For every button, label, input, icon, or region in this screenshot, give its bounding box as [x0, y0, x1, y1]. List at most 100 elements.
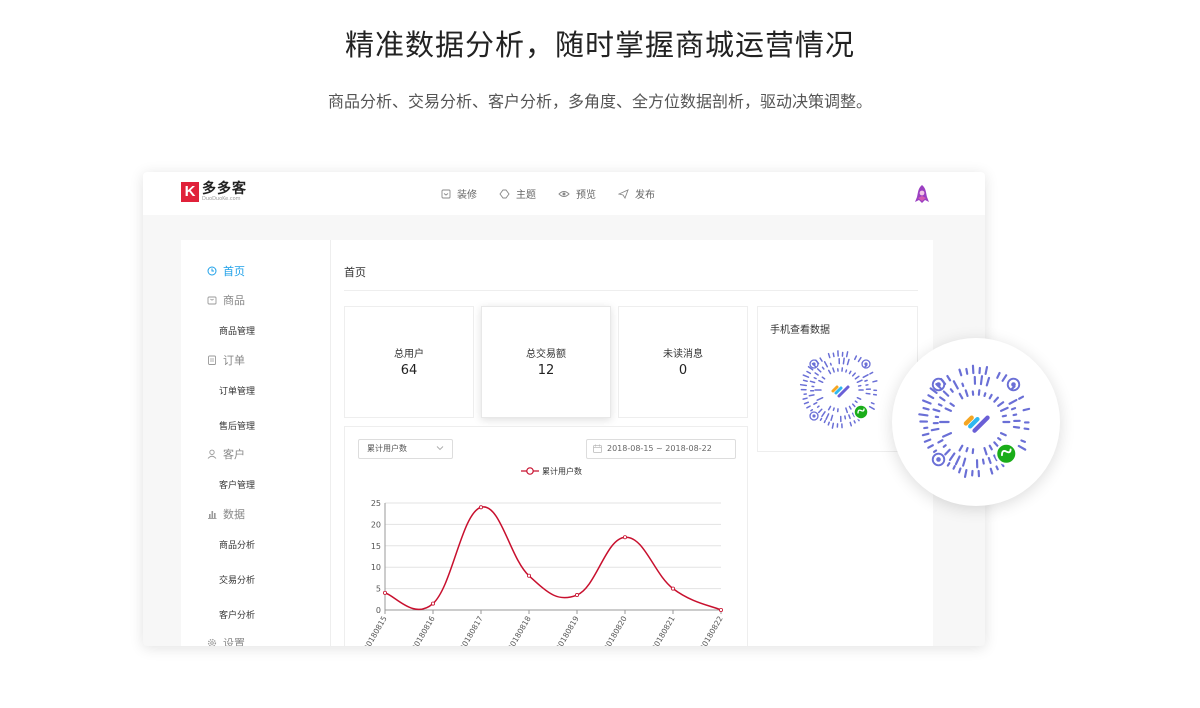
sidebar-item-goods-manage[interactable]: 商品管理: [219, 324, 255, 337]
decorate-icon: [441, 189, 451, 198]
mini-program-qr-code[interactable]: [797, 347, 883, 433]
nav-publish[interactable]: 发布: [618, 186, 655, 201]
x-tick-label: 20180817: [458, 614, 485, 646]
bag-icon: [207, 296, 217, 305]
data-point[interactable]: [622, 535, 627, 540]
nav-theme[interactable]: 主题: [499, 186, 536, 201]
sidebar-item-orders[interactable]: 订单: [207, 352, 245, 368]
chevron-down-icon: [436, 446, 444, 451]
legend-label: 累计用户数: [542, 466, 582, 476]
legend-marker: [526, 467, 534, 475]
line-chart: 累计用户数 0 5 10 15 20 25 20180815 20180816 20180817 2…: [362, 466, 725, 646]
nav-preview[interactable]: 预览: [558, 186, 596, 201]
sidebar-item-orders-manage[interactable]: 订单管理: [219, 384, 255, 397]
calendar-icon: [593, 444, 602, 453]
sidebar-item-aftersale-manage[interactable]: 售后管理: [219, 419, 255, 432]
gear-icon: [207, 638, 217, 646]
nav-publish-label: 发布: [635, 190, 655, 201]
sidebar-item-settings[interactable]: 设置: [207, 635, 245, 646]
stat-card-users: 总用户 64: [344, 306, 474, 418]
stat-label: 总交易额: [526, 349, 566, 360]
sidebar-item-goods-label: 商品: [223, 294, 245, 307]
x-tick-label: 20180819: [554, 614, 581, 646]
logo[interactable]: K 多多客 DuoDuoKe.com: [181, 182, 247, 202]
data-point[interactable]: [718, 607, 723, 612]
sidebar-item-customers-label: 客户: [223, 448, 245, 461]
hero-subtitle: 商品分析、交易分析、客户分析，多角度、全方位数据剖析，驱动决策调整。: [327, 92, 872, 111]
x-tick-label: 20180816: [410, 614, 437, 646]
avatar[interactable]: [913, 184, 931, 204]
x-tick-label: 20180821: [650, 614, 677, 646]
y-tick-label: 0: [376, 606, 381, 615]
stat-card-trade: 总交易额 12: [481, 306, 611, 418]
sidebar-item-data[interactable]: 数据: [207, 506, 245, 522]
clipboard-icon: [208, 355, 216, 365]
nav-preview-label: 预览: [576, 190, 596, 201]
mini-program-icon: [995, 442, 1018, 465]
data-point[interactable]: [478, 505, 483, 510]
theme-icon: [499, 189, 510, 198]
data-point[interactable]: [526, 573, 531, 578]
bar-chart-icon: [208, 511, 217, 519]
y-tick-label: 15: [371, 542, 381, 551]
sidebar-item-home-label: 首页: [223, 265, 245, 278]
sidebar: 首页 商品 商品管理 订单 订单管理 售后管理 客户 客户管理 数据 商品分析: [181, 240, 331, 646]
x-tick-label: 20180815: [362, 614, 389, 646]
legend[interactable]: 累计用户数: [521, 466, 582, 476]
user-icon: [207, 449, 217, 459]
sidebar-item-data-label: 数据: [223, 508, 245, 521]
stat-label: 总用户: [394, 349, 424, 360]
send-icon: [618, 188, 629, 199]
content-panel: 首页 商品 商品管理 订单 订单管理 售后管理 客户 客户管理 数据 商品分析: [181, 240, 933, 646]
data-point[interactable]: [670, 586, 675, 591]
page-title: 首页: [344, 266, 366, 279]
sidebar-item-orders-label: 订单: [223, 354, 245, 367]
eye-icon: [558, 190, 570, 197]
sidebar-item-customers[interactable]: 客户: [207, 446, 245, 462]
logo-mark: K: [181, 182, 199, 202]
metric-select-value: 累计用户数: [367, 444, 407, 453]
chart-card: 累计用户数 2018-08-15 ~ 2018-08-22 累计用户数 0 5 10 1…: [344, 426, 748, 646]
stat-value: 12: [537, 363, 555, 378]
date-range-picker[interactable]: 2018-08-15 ~ 2018-08-22: [586, 439, 736, 459]
sidebar-item-goods[interactable]: 商品: [207, 292, 245, 308]
top-bar: K 多多客 DuoDuoKe.com 装修 主题 预览 发布: [143, 172, 985, 215]
clock-icon: [207, 266, 217, 276]
metric-select[interactable]: 累计用户数: [358, 439, 453, 459]
title-divider: [344, 290, 918, 291]
nav-theme-label: 主题: [516, 190, 536, 201]
data-point[interactable]: [431, 601, 436, 606]
top-nav: 装修 主题 预览 发布: [441, 172, 677, 215]
mini-program-icon: [853, 404, 869, 420]
stat-value: 0: [678, 363, 688, 378]
x-tick-label: 20180822: [698, 614, 725, 646]
qr-zoom-circle: [892, 338, 1060, 506]
sidebar-item-trade-analysis[interactable]: 交易分析: [219, 573, 255, 586]
sidebar-item-settings-label: 设置: [223, 637, 245, 646]
date-end: 2018-08-22: [665, 444, 712, 453]
nav-decorate-label: 装修: [457, 190, 477, 201]
sidebar-item-home[interactable]: 首页: [207, 263, 245, 279]
logo-url: DuoDuoKe.com: [202, 196, 241, 202]
y-tick-label: 5: [376, 585, 381, 594]
logo-name: 多多客: [202, 181, 247, 197]
qr-card-title: 手机查看数据: [770, 325, 830, 336]
data-point[interactable]: [574, 593, 579, 598]
y-tick-label: 20: [371, 520, 381, 529]
data-point[interactable]: [383, 590, 388, 595]
sidebar-item-customer-analysis[interactable]: 客户分析: [219, 608, 255, 621]
series-line: [384, 506, 722, 611]
y-tick-label: 25: [371, 499, 381, 508]
sidebar-item-goods-analysis[interactable]: 商品分析: [219, 538, 255, 551]
app-window: K 多多客 DuoDuoKe.com 装修 主题 预览 发布 首页 商品 商品管…: [143, 172, 985, 646]
date-separator: ~: [656, 444, 666, 453]
stat-value: 64: [400, 363, 418, 378]
mini-program-qr-code-large[interactable]: [914, 360, 1038, 484]
x-tick-label: 20180818: [506, 614, 533, 646]
nav-decorate[interactable]: 装修: [441, 186, 477, 201]
y-tick-label: 10: [371, 563, 381, 572]
date-start: 2018-08-15: [607, 444, 654, 453]
sidebar-item-customers-manage[interactable]: 客户管理: [219, 478, 255, 491]
stat-label: 未读消息: [663, 349, 703, 360]
x-tick-label: 20180820: [602, 614, 629, 646]
